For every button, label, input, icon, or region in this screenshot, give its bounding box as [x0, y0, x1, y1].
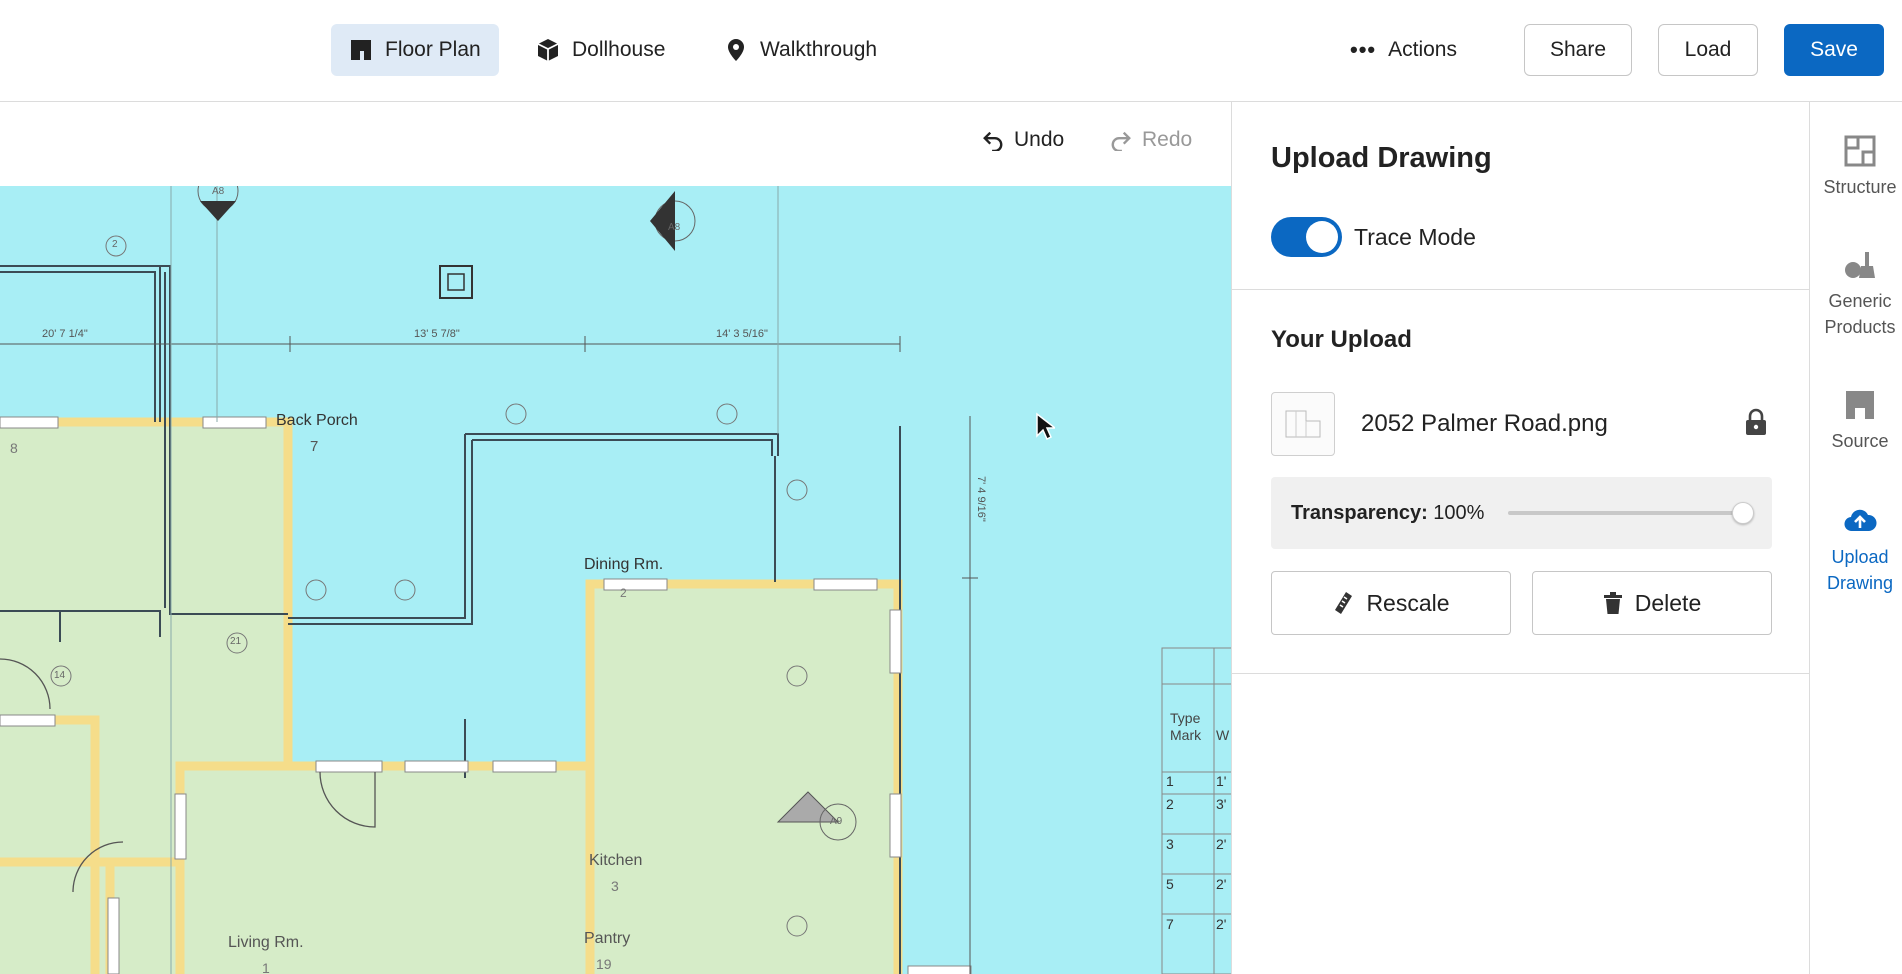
room-number: 7 — [310, 438, 319, 455]
undo-button[interactable]: Undo — [982, 128, 1064, 152]
schedule-cell-width: 2' — [1216, 876, 1227, 892]
trace-mode-toggle[interactable] — [1271, 217, 1342, 257]
map-pin-icon — [728, 39, 744, 61]
schedule-cell-mark: 5 — [1166, 876, 1174, 892]
cloud-upload-icon — [1844, 509, 1877, 532]
tab-floor-plan-label: Floor Plan — [385, 38, 481, 61]
rail-item-generic-products[interactable]: Generic Products — [1810, 248, 1902, 340]
delete-button[interactable]: Delete — [1532, 571, 1772, 635]
rail-item-label: Structure — [1823, 177, 1897, 197]
products-icon — [1845, 252, 1875, 278]
delete-label: Delete — [1634, 589, 1702, 616]
room-label-dining: Dining Rm. — [584, 556, 664, 573]
transparency-label-text: Transparency: — [1291, 502, 1428, 524]
upload-drawing-panel: Upload Drawing Trace Mode Your Upload 20… — [1231, 102, 1810, 974]
transparency-label: Transparency: 100% — [1291, 502, 1484, 525]
dimension-label: 14' 3 5/16" — [716, 328, 768, 340]
room-fill-kitchen — [590, 584, 898, 974]
mouse-cursor-icon — [1036, 412, 1055, 441]
schedule-cell-mark: 3 — [1166, 836, 1174, 852]
top-bar: Floor Plan Dollhouse Walkthrough ••• Act… — [0, 0, 1902, 102]
schedule-header: Type Mark — [1170, 710, 1201, 744]
actions-label: Actions — [1388, 38, 1457, 61]
load-button[interactable]: Load — [1658, 24, 1758, 76]
schedule-header-type: Type — [1170, 710, 1201, 726]
thumbnail-image — [1285, 410, 1321, 438]
schedule-cell-mark: 2 — [1166, 796, 1174, 812]
rail-item-structure[interactable]: Structure — [1810, 134, 1902, 200]
room-label-living: Living Rm. — [228, 934, 304, 951]
upload-file-name: 2052 Palmer Road.png — [1361, 410, 1608, 437]
schedule-cell-mark: 1 — [1166, 773, 1174, 789]
rail-item-label: Upload Drawing — [1826, 547, 1894, 593]
rail-item-upload-drawing[interactable]: Upload Drawing — [1810, 504, 1902, 596]
schedule-cell-mark: 7 — [1166, 916, 1174, 932]
lock-icon[interactable] — [1744, 408, 1768, 436]
your-upload-title: Your Upload — [1271, 326, 1412, 353]
share-button[interactable]: Share — [1524, 24, 1632, 76]
toggle-knob — [1306, 221, 1338, 253]
tag-label: 14 — [54, 670, 66, 681]
ruler-icon — [1335, 592, 1353, 614]
schedule-cell-width: 1' — [1216, 773, 1227, 789]
dimension-label: 13' 5 7/8" — [414, 328, 460, 340]
room-label-back-porch: Back Porch — [276, 412, 358, 429]
room-number: 2 — [620, 586, 627, 600]
right-tool-rail: Structure Generic Products Source Upload… — [1810, 102, 1902, 974]
rail-item-label: Generic Products — [1824, 291, 1896, 337]
tab-walkthrough-label: Walkthrough — [760, 38, 878, 61]
schedule-cell-width: 3' — [1216, 796, 1227, 812]
undo-icon — [983, 131, 1003, 151]
tab-floor-plan[interactable]: Floor Plan — [331, 24, 499, 76]
actions-menu[interactable]: ••• Actions — [1350, 24, 1457, 76]
schedule-header-w: W — [1216, 727, 1230, 743]
divider — [1232, 289, 1809, 290]
floor-plan-icon — [351, 40, 371, 60]
room-number: 19 — [596, 956, 612, 972]
schedule-cell-width: 2' — [1216, 836, 1227, 852]
tab-dollhouse-label: Dollhouse — [572, 38, 666, 61]
trace-mode-label: Trace Mode — [1354, 224, 1476, 250]
room-label-kitchen: Kitchen — [589, 852, 643, 869]
floor-plan-canvas[interactable]: Back Porch 7 8 Dining Rm. Kitchen 3 Livi… — [0, 186, 1231, 974]
redo-icon — [1111, 131, 1131, 151]
rail-item-source[interactable]: Source — [1810, 388, 1902, 454]
tag-label: A8 — [668, 222, 681, 233]
transparency-control: Transparency: 100% — [1271, 477, 1772, 549]
cube-icon — [537, 39, 559, 61]
more-dots-icon: ••• — [1350, 37, 1377, 62]
redo-label: Redo — [1142, 128, 1193, 151]
upload-thumbnail[interactable] — [1271, 392, 1335, 456]
tab-walkthrough[interactable]: Walkthrough — [706, 24, 895, 76]
tag-label: 21 — [230, 636, 242, 647]
room-number: 3 — [611, 878, 619, 894]
rail-item-label: Source — [1831, 431, 1889, 451]
schedule-cell-width: 2' — [1216, 916, 1227, 932]
dimension-label: 7' 4 9/16" — [975, 476, 987, 522]
room-number: 8 — [10, 440, 18, 456]
dimension-label: 20' 7 1/4" — [42, 328, 88, 340]
schedule-header-mark: Mark — [1170, 727, 1202, 743]
room-number: 1 — [262, 960, 270, 974]
trash-icon — [1603, 592, 1622, 614]
transparency-value: 100% — [1433, 502, 1485, 524]
source-icon — [1846, 391, 1874, 419]
tag-label: 2 — [112, 239, 118, 250]
structure-icon — [1844, 135, 1876, 167]
tab-dollhouse[interactable]: Dollhouse — [518, 24, 683, 76]
panel-title: Upload Drawing — [1271, 142, 1492, 174]
divider — [1232, 673, 1809, 674]
rescale-button[interactable]: Rescale — [1271, 571, 1511, 635]
transparency-slider-handle[interactable] — [1732, 502, 1754, 524]
tag-label: A9 — [830, 816, 843, 827]
rescale-label: Rescale — [1366, 589, 1450, 616]
undo-label: Undo — [1014, 128, 1065, 151]
tag-label: A8 — [212, 186, 225, 197]
save-button[interactable]: Save — [1784, 24, 1884, 76]
transparency-slider-track[interactable] — [1508, 511, 1744, 515]
redo-button[interactable]: Redo — [1110, 128, 1192, 152]
room-label-pantry: Pantry — [584, 930, 631, 947]
